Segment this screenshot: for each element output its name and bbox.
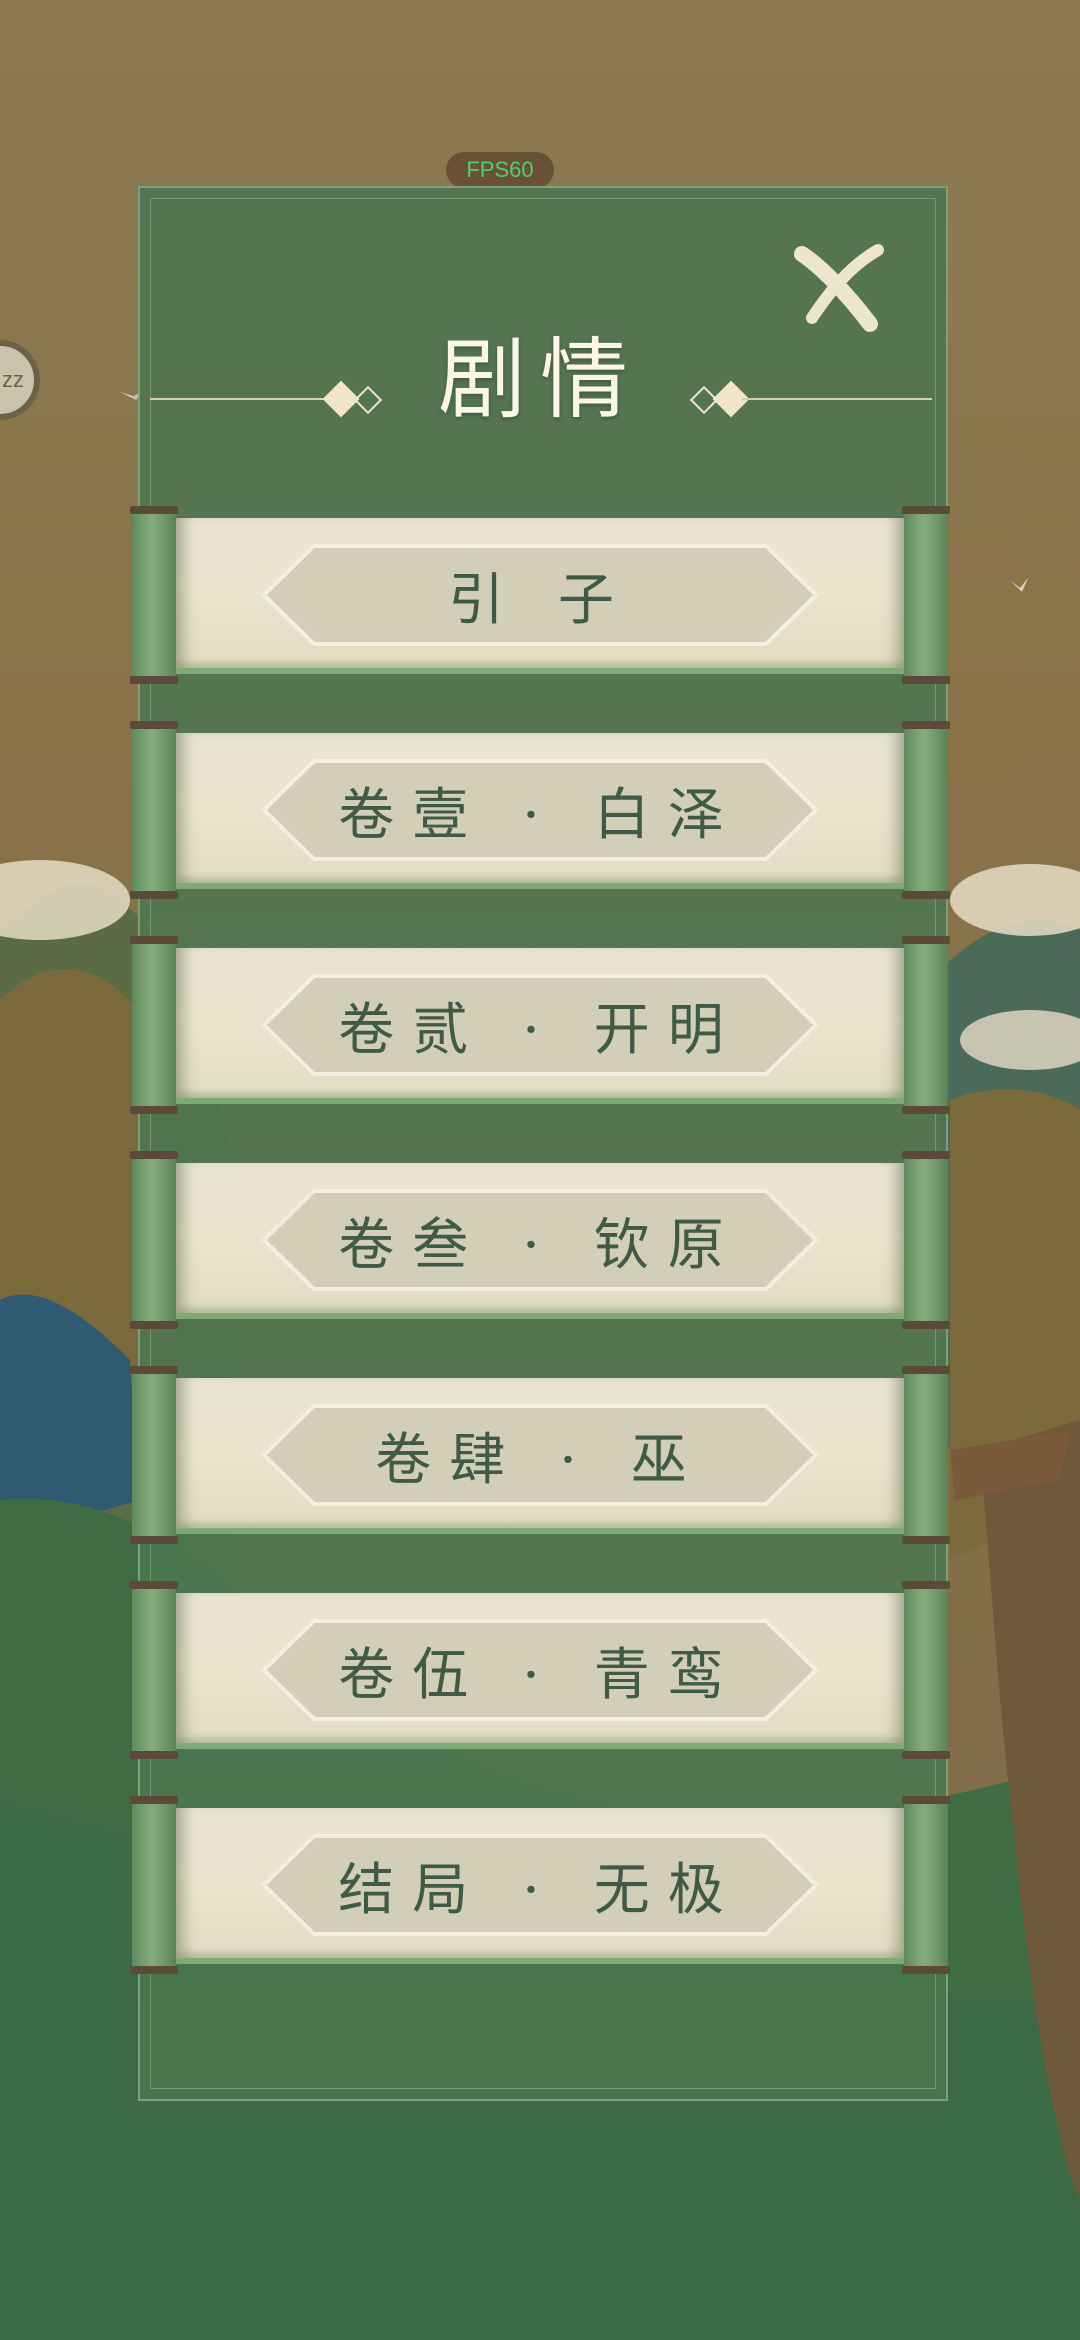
scroll-roller-right bbox=[902, 1796, 950, 1974]
chapter-label: 卷壹 · 白泽 bbox=[338, 782, 742, 848]
chapter-scroll-3[interactable]: 卷叁 · 钦原 bbox=[130, 1151, 950, 1329]
chapter-scroll-1[interactable]: 卷壹 · 白泽 bbox=[130, 721, 950, 899]
chapter-label: 卷伍 · 青鸾 bbox=[338, 1642, 742, 1708]
scroll-roller-right bbox=[902, 1151, 950, 1329]
scroll-roller-left bbox=[130, 506, 178, 684]
chapter-scroll-ending[interactable]: 结局 · 无极 bbox=[130, 1796, 950, 1974]
close-icon[interactable] bbox=[790, 236, 890, 336]
scroll-roller-right bbox=[902, 721, 950, 899]
chapter-label: 引 子 bbox=[448, 567, 632, 633]
chapter-label: 卷贰 · 开明 bbox=[338, 997, 742, 1063]
chapter-label: 卷肆 · 巫 bbox=[375, 1427, 705, 1493]
chapter-scroll-5[interactable]: 卷伍 · 青鸾 bbox=[130, 1581, 950, 1759]
scroll-roller-left bbox=[130, 721, 178, 899]
scroll-roller-right bbox=[902, 1581, 950, 1759]
fps-counter: FPS60 bbox=[446, 152, 554, 188]
scroll-roller-left bbox=[130, 1581, 178, 1759]
panel-title: 剧情 bbox=[437, 328, 642, 431]
chapter-scroll-4[interactable]: 卷肆 · 巫 bbox=[130, 1366, 950, 1544]
title-line-right bbox=[742, 398, 932, 400]
chapter-label: 卷叁 · 钦原 bbox=[338, 1212, 742, 1278]
scroll-roller-right bbox=[902, 1366, 950, 1544]
scroll-roller-left bbox=[130, 1366, 178, 1544]
chapter-scroll-2[interactable]: 卷贰 · 开明 bbox=[130, 936, 950, 1114]
chapter-label: 结局 · 无极 bbox=[338, 1857, 742, 1923]
scroll-roller-left bbox=[130, 1151, 178, 1329]
scroll-roller-right bbox=[902, 936, 950, 1114]
chapter-scroll-prologue[interactable]: 引 子 bbox=[130, 506, 950, 684]
scroll-roller-right bbox=[902, 506, 950, 684]
scroll-roller-left bbox=[130, 1796, 178, 1974]
scroll-roller-left bbox=[130, 936, 178, 1114]
